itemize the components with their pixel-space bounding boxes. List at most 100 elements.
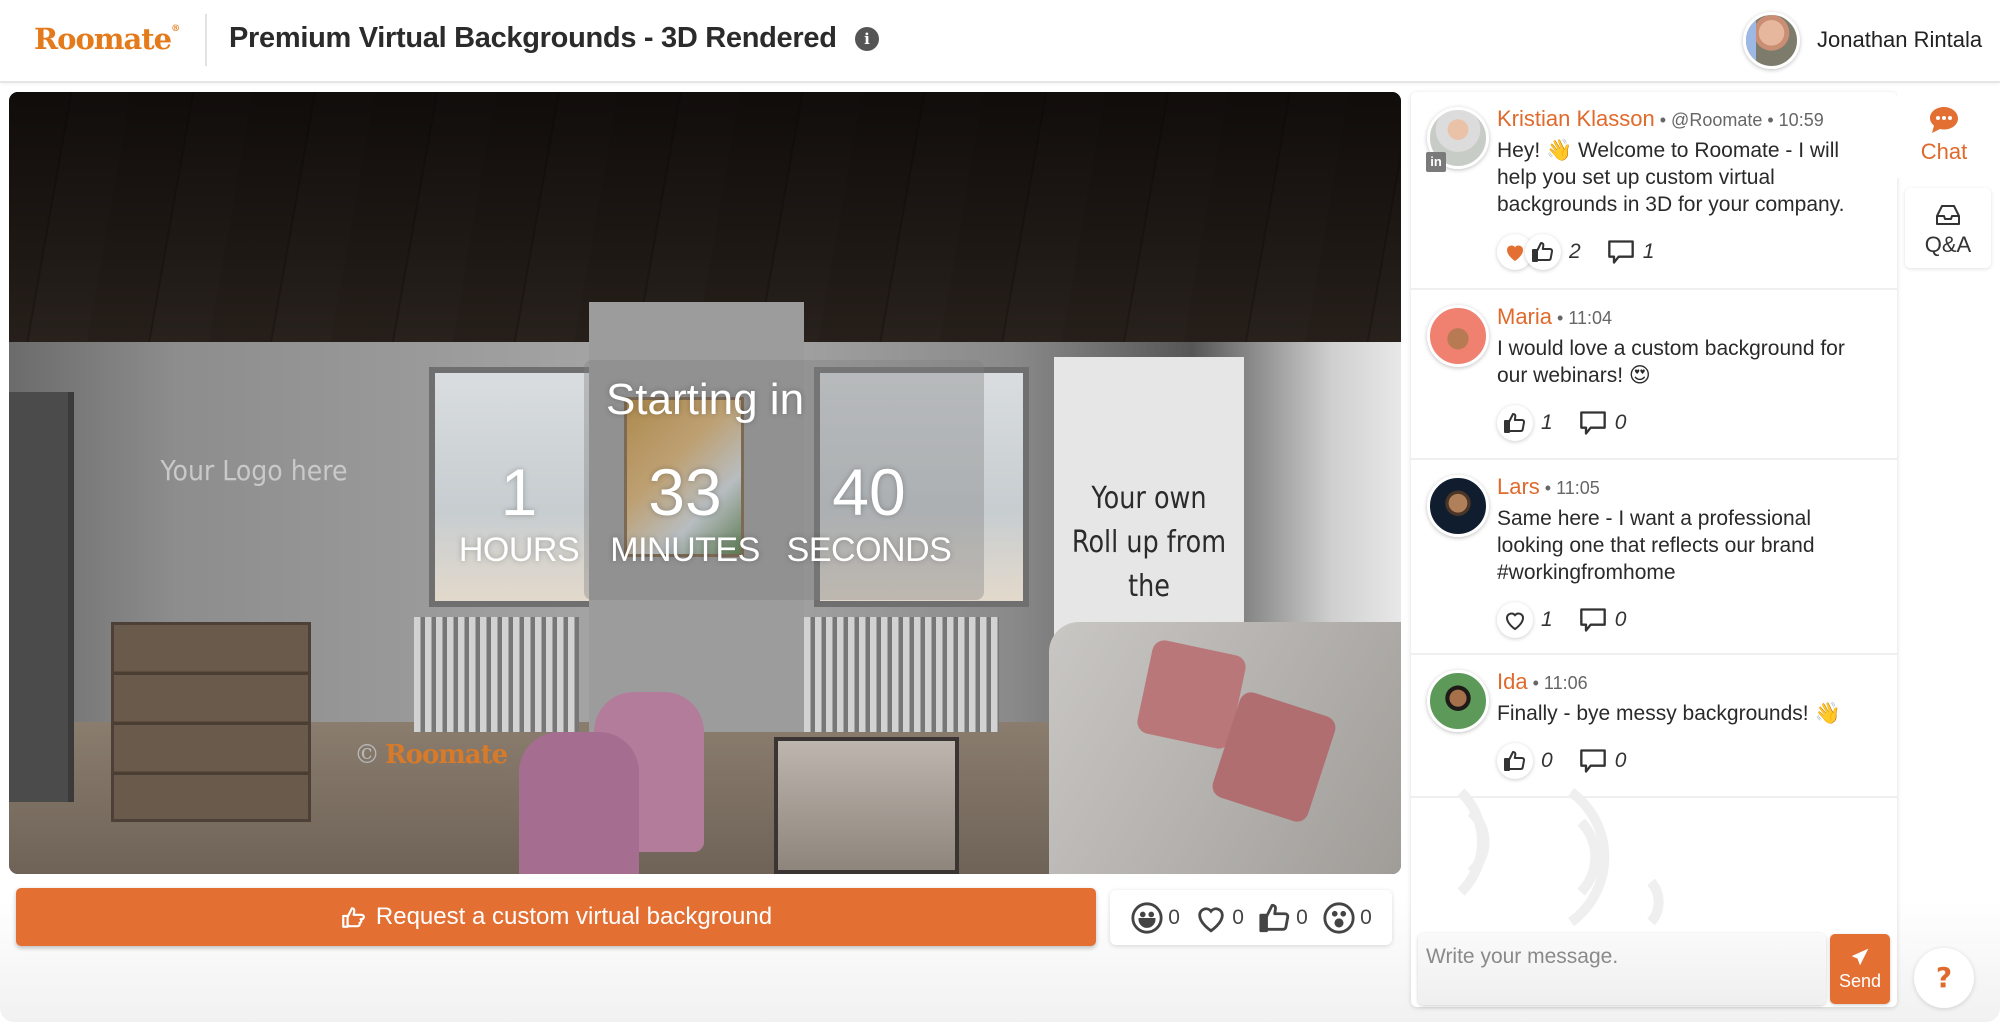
comment-icon[interactable] [1607,239,1635,265]
message-text: Finally - bye messy backgrounds! 👋 [1497,702,1841,725]
message-author[interactable]: Maria [1497,304,1552,329]
message-author[interactable]: Ida [1497,669,1528,694]
comment-icon[interactable] [1579,607,1607,633]
roomate-logo[interactable]: Roomate® [34,22,180,56]
heart-icon [1198,906,1224,932]
message-composer: Send [1412,933,1896,1009]
like-count: 0 [1541,749,1553,772]
thumbs-up-icon [1259,903,1290,932]
dresser [111,622,311,822]
avatar-maria[interactable] [1427,305,1489,367]
reaction-surprised[interactable]: 0 [1322,901,1372,935]
countdown-label: Starting in [605,375,805,424]
message-header: Lars • 11:05 [1497,472,1881,503]
reaction-count: 0 [1232,905,1244,929]
message-author[interactable]: Kristian Klasson [1497,106,1655,131]
avatar-lars[interactable] [1427,475,1489,537]
header: Roomate® Premium Virtual Backgrounds - 3… [0,0,2000,83]
copyright-mark: © [354,740,380,770]
page-title: Premium Virtual Backgrounds - 3D Rendere… [229,22,837,54]
message-meta: • 11:04 [1552,308,1613,328]
message-meta: • 11:05 [1539,478,1600,498]
chat-message: Maria • 11:04 I would love a custom back… [1411,290,1897,460]
help-button[interactable]: ? [1914,948,1974,1008]
comment-count: 0 [1614,749,1627,772]
message-actions: 0 0 [1497,743,1881,779]
reactions-bar: 0 0 0 0 [1110,890,1392,945]
user-avatar[interactable] [1743,12,1800,69]
reaction-count: 0 [1360,905,1372,929]
avatar-ida[interactable] [1427,670,1489,732]
heart-filled-icon [1507,245,1523,261]
linkedin-icon[interactable]: in [1426,152,1446,172]
message-text: Hey! 👋 Welcome to Roomate - I will help … [1497,139,1845,216]
countdown-minutes: 33 MINUTES [585,452,785,570]
message-meta: • 11:06 [1527,673,1588,693]
seconds-value: 40 [832,455,906,529]
registered-mark: ® [171,24,180,34]
minutes-label: MINUTES [610,531,760,569]
logo-placeholder-text: Your Logo here [160,454,348,487]
message-header: Maria • 11:04 [1497,302,1881,333]
hand-point-right-icon [342,907,365,928]
chat-bubble-icon [1930,107,1958,133]
reaction-heart[interactable]: 0 [1194,901,1244,935]
header-divider [205,14,207,66]
comment-count: 1 [1642,240,1655,263]
reaction-laugh[interactable]: 0 [1130,901,1180,935]
thumbs-up-icon [1532,242,1553,262]
roomate-sign: © Roomate [354,740,508,770]
radiator [804,617,999,732]
coffee-table [774,737,959,874]
chat-message: Ida • 11:06 Finally - bye messy backgrou… [1411,655,1897,798]
radiator [414,617,579,732]
reaction-count: 0 [1168,905,1180,929]
logo-text: Roomate [34,22,172,56]
user-name[interactable]: Jonathan Rintala [1817,27,1982,53]
comment-icon[interactable] [1579,410,1607,436]
minutes-value: 33 [648,455,722,529]
tab-chat-label: Chat [1920,139,1968,164]
heart-reaction-button[interactable] [1497,602,1533,638]
like-count: 1 [1541,608,1553,631]
request-background-button[interactable]: Request a custom virtual background [16,888,1096,946]
sign-text: Roomate [385,740,508,770]
like-button[interactable] [1525,234,1561,270]
message-actions: 2 1 [1497,234,1881,270]
chat-panel: in Kristian Klasson • @Roomate • 10:59 H… [1411,92,1897,1007]
message-text: I would love a custom background for our… [1497,337,1845,387]
like-button[interactable] [1497,405,1533,441]
message-actions: 1 0 [1497,405,1881,441]
video-stage: Your own Roll up from the company Your L… [9,92,1401,874]
tab-chat[interactable]: Chat [1897,92,1991,178]
like-count: 2 [1569,240,1581,263]
chat-message: in Kristian Klasson • @Roomate • 10:59 H… [1411,92,1897,290]
paper-plane-icon [1851,948,1869,965]
room-door [9,392,74,802]
message-header: Kristian Klasson • @Roomate • 10:59 [1497,104,1881,135]
like-count: 1 [1541,411,1553,434]
app-frame: Roomate® Premium Virtual Backgrounds - 3… [0,0,2000,1022]
chair [519,732,639,874]
thumbs-up-icon [1504,413,1525,433]
send-button[interactable]: Send [1830,934,1890,1004]
tab-qa-label: Q&A [1924,232,1972,257]
request-button-label: Request a custom virtual background [375,903,773,930]
countdown-seconds: 40 SECONDS [769,452,969,570]
comment-count: 0 [1614,608,1627,631]
comment-icon[interactable] [1579,748,1607,774]
message-header: Ida • 11:06 [1497,667,1881,698]
reaction-count: 0 [1296,905,1308,929]
send-label: Send [1838,970,1882,991]
heart-icon [1505,612,1525,631]
info-icon[interactable]: i [855,27,879,51]
message-input[interactable] [1418,933,1826,1005]
like-button[interactable] [1497,743,1533,779]
chat-message: Lars • 11:05 Same here - I want a profes… [1411,460,1897,655]
message-actions: 1 0 [1497,602,1881,638]
message-text: Same here - I want a professional lookin… [1497,507,1815,584]
message-author[interactable]: Lars [1497,474,1540,499]
message-meta: • @Roomate • 10:59 [1654,110,1824,130]
reaction-thumbs-up[interactable]: 0 [1258,901,1308,935]
tab-qa[interactable]: Q&A [1905,188,1991,268]
